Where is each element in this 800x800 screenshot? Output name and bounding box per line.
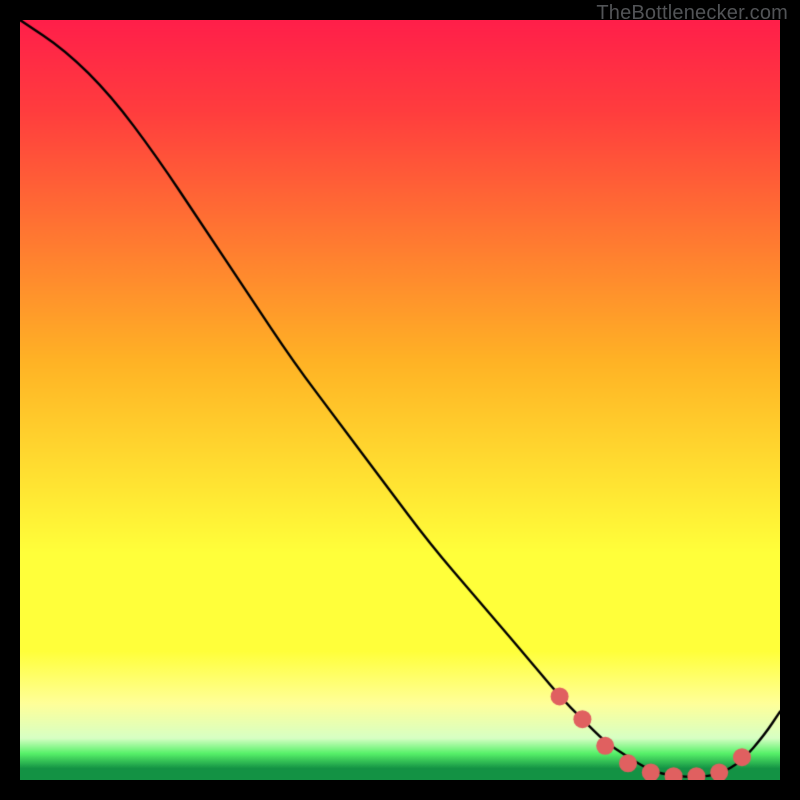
bottleneck-curve-plot (20, 20, 780, 780)
watermark-text: TheBottlenecker.com (596, 2, 788, 25)
chart-container: TheBottlenecker.com (0, 0, 800, 800)
